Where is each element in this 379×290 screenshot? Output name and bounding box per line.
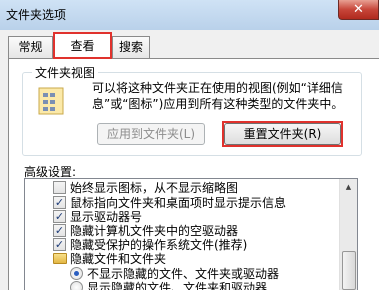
checkbox[interactable]: ✓ bbox=[53, 210, 66, 223]
list-item: 不显示隐藏的文件、文件夹或驱动器 bbox=[87, 267, 280, 281]
window-title: 文件夹选项 bbox=[6, 8, 67, 22]
checkbox[interactable]: ✓ bbox=[53, 238, 66, 251]
folder-view-icon bbox=[38, 87, 64, 115]
reset-folders-button[interactable]: 重置文件夹(R) bbox=[224, 123, 341, 145]
title-bar: 文件夹选项 ✕ bbox=[0, 0, 379, 30]
list-item: 始终显示图标，从不显示缩略图 bbox=[70, 181, 239, 195]
list-item: 显示隐藏的文件、文件夹和驱动器 bbox=[87, 281, 268, 290]
button-label: 重置文件夹(R) bbox=[243, 127, 322, 141]
close-button[interactable]: ✕ bbox=[338, 0, 379, 20]
folder-icon bbox=[53, 253, 67, 264]
radio-button[interactable] bbox=[70, 281, 83, 290]
apply-to-folders-button[interactable]: 应用到文件夹(L) bbox=[97, 123, 205, 145]
list-item: 隐藏受保护的操作系统文件(推荐) bbox=[70, 238, 248, 252]
checkbox[interactable] bbox=[53, 181, 66, 194]
scroll-thumb[interactable] bbox=[342, 251, 356, 290]
tab-search[interactable]: 搜索 bbox=[112, 36, 150, 58]
vertical-scrollbar[interactable]: ▲ bbox=[339, 179, 357, 290]
tab-label: 搜索 bbox=[118, 40, 143, 54]
radio-button[interactable] bbox=[70, 267, 83, 280]
folder-views-description: 可以将这种文件夹正在使用的视图(例如“详细信息”或“图标”)应用到所有这种类型的… bbox=[92, 81, 344, 111]
tab-label: 查看 bbox=[70, 39, 95, 53]
close-icon: ✕ bbox=[353, 2, 364, 17]
list-item: 显示驱动器号 bbox=[70, 210, 143, 224]
scroll-up-icon[interactable]: ▲ bbox=[340, 179, 357, 196]
tab-view[interactable]: 查看 bbox=[53, 33, 112, 59]
checkbox[interactable]: ✓ bbox=[53, 196, 66, 209]
list-item: 鼠标指向文件夹和桌面项时显示提示信息 bbox=[70, 196, 287, 210]
list-item: 隐藏计算机文件夹中的空驱动器 bbox=[70, 224, 239, 238]
tab-label: 常规 bbox=[18, 40, 43, 54]
list-item: 隐藏文件和文件夹 bbox=[70, 252, 167, 266]
tab-general[interactable]: 常规 bbox=[8, 36, 53, 58]
button-label: 应用到文件夹(L) bbox=[106, 127, 196, 141]
checkbox[interactable]: ✓ bbox=[53, 224, 66, 237]
folder-views-caption: 文件夹视图 bbox=[32, 64, 99, 81]
